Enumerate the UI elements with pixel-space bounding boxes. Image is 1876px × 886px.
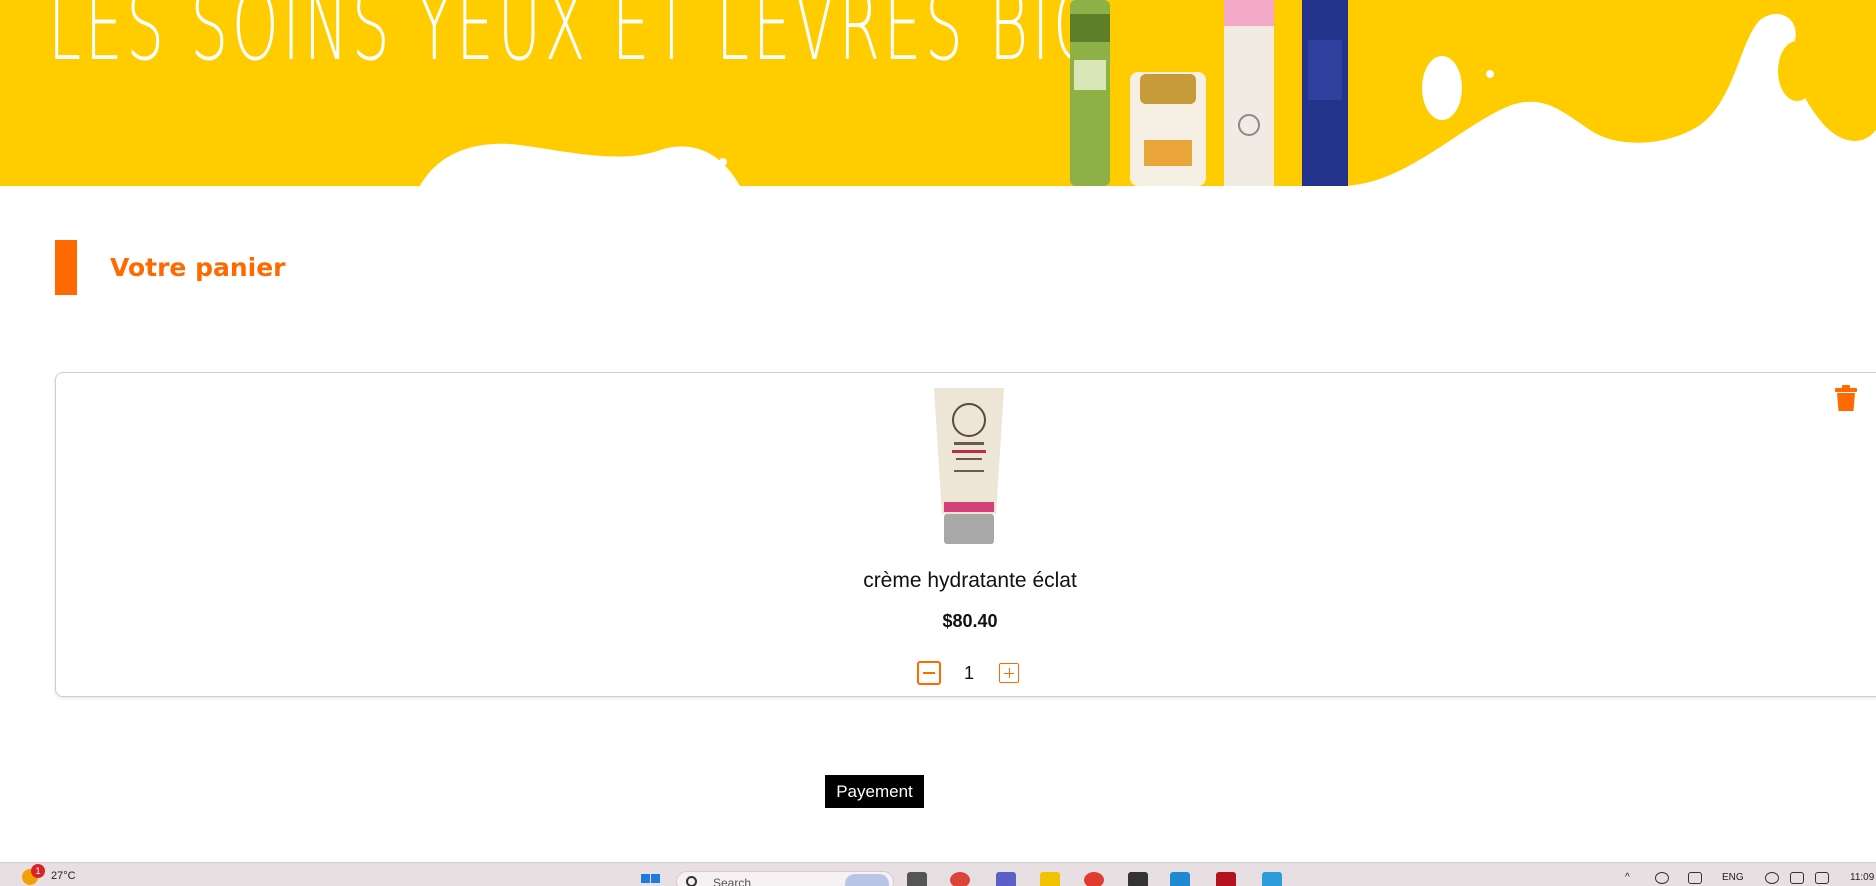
trash-icon[interactable] (1835, 385, 1857, 411)
notepad-icon[interactable] (1262, 872, 1282, 886)
file-explorer-icon[interactable] (1040, 872, 1060, 886)
section-accent-bar (55, 240, 77, 295)
temperature-label: 27°C (51, 870, 76, 882)
refresh-icon[interactable] (1655, 872, 1669, 884)
os-taskbar: 1 27°C Search ^ ENG 11:09 (0, 862, 1876, 886)
banner-title: LES SOINS YEUX ET LEVRES BIO (48, 0, 1104, 82)
app-icon[interactable] (1084, 872, 1104, 886)
decrease-quantity-button[interactable] (917, 661, 941, 685)
volume-icon[interactable] (1790, 872, 1804, 884)
page-title: Votre panier (110, 253, 286, 282)
banner-products-image (1070, 0, 1348, 186)
search-highlight-image (845, 874, 889, 886)
increase-quantity-button[interactable] (999, 663, 1019, 683)
teams-icon[interactable] (996, 872, 1016, 886)
wifi-icon[interactable] (1765, 872, 1779, 884)
vscode-icon[interactable] (1170, 872, 1190, 886)
product-image (934, 388, 1004, 544)
pdf-reader-icon[interactable] (1216, 872, 1236, 886)
product-name: crème hydratante éclat (863, 569, 1077, 592)
start-button[interactable] (641, 874, 661, 886)
product-price: $80.40 (942, 611, 998, 631)
quantity-value: 1 (963, 663, 974, 683)
monitor-icon[interactable] (1688, 872, 1702, 884)
chevron-up-icon[interactable]: ^ (1625, 872, 1630, 883)
search-icon (686, 876, 697, 886)
search-placeholder: Search (713, 876, 752, 886)
battery-icon[interactable] (1815, 872, 1829, 884)
task-view-icon[interactable] (907, 872, 927, 886)
language-indicator[interactable]: ENG (1722, 872, 1744, 883)
notification-badge: 1 (31, 864, 45, 878)
chrome-icon[interactable] (950, 872, 970, 886)
clock[interactable]: 11:09 (1850, 872, 1874, 883)
payment-button[interactable]: Payement (825, 775, 924, 808)
hero-banner: LES SOINS YEUX ET LEVRES BIO (0, 0, 1876, 186)
taskbar-search[interactable]: Search (676, 871, 894, 886)
cart-section-header: Votre panier (55, 240, 286, 295)
terminal-icon[interactable] (1128, 872, 1148, 886)
